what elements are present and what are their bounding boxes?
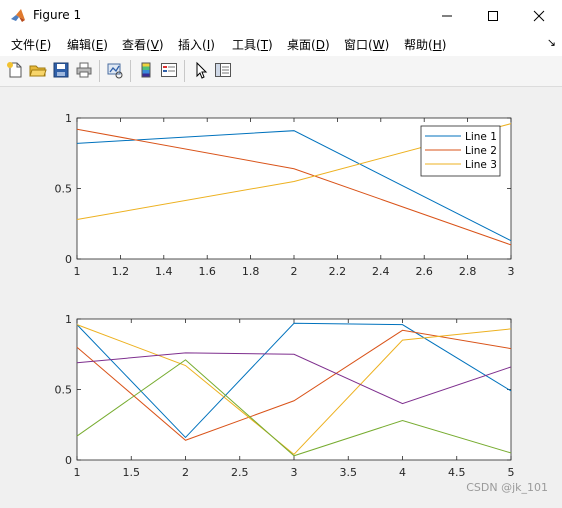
- menu-desktop[interactable]: 桌面(D): [287, 36, 330, 53]
- watermark: CSDN @jk_101: [466, 481, 548, 494]
- y-tick-label: 1: [65, 313, 72, 326]
- figure-canvas: 1 1.2 1.4 1.6 1.8 2 2.2 2.4 2.6 2.8 3 0 0.5 1 Line 1 Li…: [0, 87, 562, 504]
- close-icon: [533, 10, 545, 21]
- x-tick-label: 4.5: [448, 466, 466, 479]
- menu-insert[interactable]: 插入(I): [178, 36, 215, 53]
- legend-label: Line 1: [465, 131, 497, 143]
- toolbar: [0, 56, 562, 87]
- x-tick-label: 2.5: [231, 466, 249, 479]
- x-tick-label: 2.4: [372, 265, 390, 278]
- figure-plot-area: 1 1.2 1.4 1.6 1.8 2 2.2 2.4 2.6 2.8 300.51Line 1Li…: [55, 112, 515, 479]
- x-tick-label: 5: [508, 466, 515, 479]
- new-figure-icon[interactable]: [6, 61, 24, 79]
- property-inspector-icon[interactable]: [214, 61, 232, 79]
- y-tick-label: 0.5: [55, 183, 73, 196]
- x-tick-label: 2.6: [415, 265, 433, 278]
- insert-colorbar-icon[interactable]: [137, 61, 155, 79]
- x-tick-label: 1.2: [112, 265, 130, 278]
- maximize-icon: [488, 10, 498, 21]
- y-tick-label: 1: [65, 112, 72, 125]
- x-tick-label: 1.6: [198, 265, 216, 278]
- minimize-icon: [442, 15, 452, 16]
- edit-plot-icon[interactable]: [192, 61, 210, 79]
- toolbar-separator: [184, 60, 185, 82]
- menu-window[interactable]: 窗口(W): [344, 36, 389, 53]
- x-tick-label: 3.5: [340, 466, 358, 479]
- axes-box: [76, 318, 512, 461]
- print-icon[interactable]: [75, 61, 93, 79]
- x-tick-label: 3: [508, 265, 515, 278]
- y-tick-label: 0.5: [55, 384, 73, 397]
- menu-help[interactable]: 帮助(H): [404, 36, 446, 53]
- link-plot-icon[interactable]: [106, 61, 124, 79]
- menu-bar: 文件(F) 编辑(E) 查看(V) 插入(I) 工具(T) 桌面(D) 窗口(W…: [0, 31, 562, 56]
- matlab-logo-icon: [10, 8, 26, 24]
- x-tick-label: 1.4: [155, 265, 173, 278]
- axes-1: 1 1.2 1.4 1.6 1.8 2 2.2 2.4 2.6 2.8 300.51Line 1Li…: [55, 112, 515, 278]
- x-tick-label: 2.8: [459, 265, 477, 278]
- window-title: Figure 1: [33, 8, 82, 22]
- menu-view[interactable]: 查看(V): [122, 36, 164, 53]
- legend-label: Line 3: [465, 159, 497, 171]
- menu-tools[interactable]: 工具(T): [232, 36, 273, 53]
- x-tick-label: 2: [291, 265, 298, 278]
- menu-overflow-icon[interactable]: ↘: [547, 36, 556, 49]
- x-tick-label: 1.8: [242, 265, 260, 278]
- open-file-icon[interactable]: [29, 61, 47, 79]
- x-tick-label: 2: [182, 466, 189, 479]
- minimize-button[interactable]: [424, 0, 470, 31]
- menu-edit[interactable]: 编辑(E): [67, 36, 108, 53]
- menu-file[interactable]: 文件(F): [11, 36, 51, 53]
- axes-2: 1 1.5 2 2.5 3 3.5 4 4.5 5 0 0.5 1: [55, 313, 515, 479]
- figure-window: Figure 1 文件(F) 编辑(E) 查看(V) 插入(I) 工具(T) 桌…: [0, 0, 562, 504]
- toolbar-separator: [99, 60, 100, 82]
- legend: Line 1 Line 2 Line 3: [420, 125, 501, 177]
- insert-legend-icon[interactable]: [160, 61, 178, 79]
- close-button[interactable]: [516, 0, 562, 31]
- save-icon[interactable]: [52, 61, 70, 79]
- x-tick-label: 2.2: [329, 265, 347, 278]
- x-tick-label: 1.5: [123, 466, 141, 479]
- maximize-button[interactable]: [470, 0, 516, 31]
- x-tick-label: 3: [291, 466, 298, 479]
- x-tick-label: 4: [399, 466, 406, 479]
- y-tick-label: 0: [65, 454, 72, 467]
- x-tick-label: 1: [74, 265, 81, 278]
- toolbar-separator: [130, 60, 131, 82]
- y-tick-label: 0: [65, 253, 72, 266]
- x-tick-label: 1: [74, 466, 81, 479]
- legend-label: Line 2: [465, 145, 497, 157]
- title-bar[interactable]: Figure 1: [0, 0, 562, 31]
